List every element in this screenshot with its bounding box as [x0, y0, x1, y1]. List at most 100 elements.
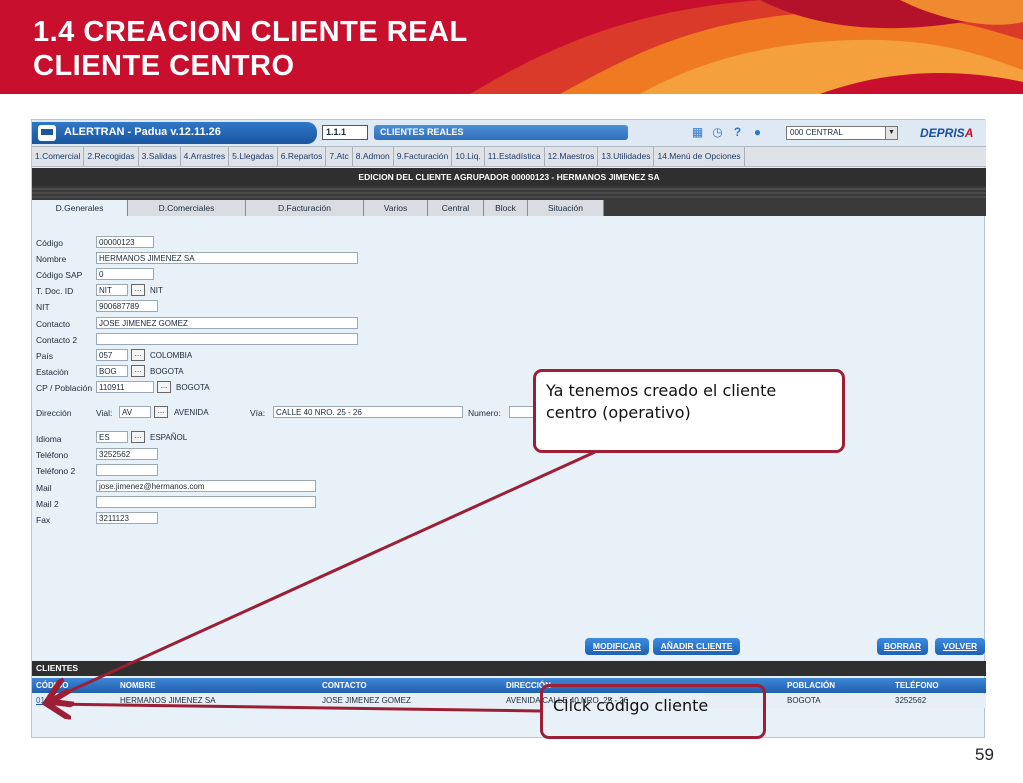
callout-click-code: Click código cliente	[540, 684, 766, 739]
clock-icon[interactable]: ◷	[711, 126, 724, 139]
cp-lookup-button[interactable]: ...	[157, 381, 171, 393]
menu-item-recogidas[interactable]: 2.Recogidas	[84, 147, 139, 166]
client-poblacion: BOGOTA	[787, 696, 821, 705]
menu-item-arrastres[interactable]: 4.Arrastres	[181, 147, 230, 166]
app-logo-bar: ALERTRAN - Padua v.12.11.26	[32, 122, 317, 144]
vial-lookup-button[interactable]: ...	[154, 406, 168, 418]
tab-d-comerciales[interactable]: D.Comerciales	[128, 200, 246, 216]
brand-main: DEPRIS	[920, 126, 965, 140]
tab-central[interactable]: Central	[428, 200, 484, 216]
menu-item-utilidades[interactable]: 13.Utilidades	[598, 147, 655, 166]
col-nombre[interactable]: NOMBRE	[120, 678, 156, 693]
contacto-label: Contacto	[36, 319, 71, 329]
estacion-field[interactable]: BOG	[96, 365, 128, 377]
menu-item-comercial[interactable]: 1.Comercial	[32, 147, 85, 166]
modificar-button[interactable]: MODIFICAR	[585, 638, 649, 655]
telefono2-field[interactable]	[96, 464, 158, 476]
codigo-sap-label: Código SAP	[36, 270, 83, 280]
pais-lookup-button[interactable]: ...	[131, 349, 145, 361]
app-name: ALERTRAN - Padua v.12.11.26	[64, 126, 221, 138]
stripe-divider	[32, 186, 986, 200]
estacion-description: BOGOTA	[150, 367, 184, 376]
screen-name: CLIENTES REALES	[374, 125, 628, 140]
slide-title-line2: CLIENTE CENTRO	[33, 50, 295, 82]
pais-field[interactable]: 057	[96, 349, 128, 361]
col-poblacion[interactable]: POBLACIÓN	[787, 678, 835, 693]
tdoc-description: NIT	[150, 286, 163, 295]
help-icon[interactable]: ?	[731, 126, 744, 139]
telefono2-label: Teléfono 2	[36, 466, 76, 476]
client-code-link[interactable]: 01	[36, 694, 45, 708]
slide-title-line1: 1.4 CREACION CLIENTE REAL	[33, 16, 468, 48]
screen-code-input[interactable]: 1.1.1	[322, 125, 368, 140]
tab-situacion[interactable]: Situación	[528, 200, 604, 216]
menu-item-maestros[interactable]: 12.Maestros	[545, 147, 599, 166]
direccion-label: Dirección	[36, 408, 72, 418]
telefono-label: Teléfono	[36, 450, 69, 460]
page-number: 59	[975, 745, 994, 764]
col-contacto[interactable]: CONTACTO	[322, 678, 367, 693]
col-telefono[interactable]: TELÉFONO	[895, 678, 939, 693]
client-telefono: 3252562	[895, 696, 927, 705]
calendar-icon[interactable]: ▦	[691, 126, 704, 139]
tab-bar: D.Generales D.Comerciales D.Facturación …	[32, 200, 986, 216]
menu-item-repartos[interactable]: 6.Repartos	[278, 147, 327, 166]
tdoc-lookup-button[interactable]: ...	[131, 284, 145, 296]
mail2-label: Mail 2	[36, 499, 59, 509]
contacto-field[interactable]: JOSE JIMENEZ GOMEZ	[96, 317, 358, 329]
slide-title: 1.4 CREACION CLIENTE REAL CLIENTE CENTRO	[33, 15, 468, 83]
via-field[interactable]: CALLE 40 NRO. 25 - 26	[273, 406, 463, 418]
contacto2-label: Contacto 2	[36, 335, 78, 345]
nombre-label: Nombre	[36, 254, 67, 264]
client-nombre: HERMANOS JIMENEZ SA	[120, 696, 216, 705]
tab-d-generales[interactable]: D.Generales	[32, 200, 128, 216]
tab-block[interactable]: Block	[484, 200, 528, 216]
via-label: Vía:	[250, 408, 266, 418]
client-contacto: JOSE JIMENEZ GOMEZ	[322, 696, 411, 705]
user-icon[interactable]: ●	[751, 126, 764, 139]
menu-item-estadistica[interactable]: 11.Estadística	[485, 147, 545, 166]
fax-field[interactable]: 3211123	[96, 512, 158, 524]
app-titlebar: ALERTRAN - Padua v.12.11.26 1.1.1 CLIENT…	[32, 120, 986, 146]
brand-logo: DEPRISA	[920, 126, 973, 140]
contacto2-field[interactable]	[96, 333, 358, 345]
estacion-lookup-button[interactable]: ...	[131, 365, 145, 377]
table-row[interactable]: 01 HERMANOS JIMENEZ SA JOSE JIMENEZ GOME…	[32, 694, 986, 708]
nit-field[interactable]: 900687789	[96, 300, 158, 312]
codigo-label: Código	[36, 238, 63, 248]
truck-icon	[38, 125, 56, 141]
idioma-field[interactable]: ES	[96, 431, 128, 443]
tab-varios[interactable]: Varios	[364, 200, 428, 216]
cp-label: CP / Población	[36, 383, 93, 393]
menu-item-admon[interactable]: 8.Admon	[353, 147, 394, 166]
borrar-button[interactable]: BORRAR	[877, 638, 928, 655]
menu-item-facturacion[interactable]: 9.Facturación	[394, 147, 453, 166]
codigo-field[interactable]: 00000123	[96, 236, 154, 248]
menu-item-salidas[interactable]: 3.Salidas	[139, 147, 181, 166]
codigo-sap-field[interactable]: 0	[96, 268, 154, 280]
mail-field[interactable]: jose.jimenez@hermanos.com	[96, 480, 316, 492]
slide: 1.4 CREACION CLIENTE REAL CLIENTE CENTRO…	[0, 0, 1023, 783]
menu-item-liq[interactable]: 10.Liq.	[452, 147, 485, 166]
vial-field[interactable]: AV	[119, 406, 151, 418]
mail2-field[interactable]	[96, 496, 316, 508]
clients-section-header: CLIENTES	[32, 661, 986, 676]
col-codigo[interactable]: CÓDIGO	[36, 678, 68, 693]
idioma-lookup-button[interactable]: ...	[131, 431, 145, 443]
nit-label: NIT	[36, 302, 50, 312]
chevron-down-icon[interactable]: ▼	[885, 127, 897, 139]
center-select[interactable]: 000 CENTRAL ▼	[786, 126, 898, 140]
clients-table-header: CÓDIGO NOMBRE CONTACTO DIRECCIÓN POBLACI…	[32, 678, 986, 693]
cp-field[interactable]: 110911	[96, 381, 154, 393]
menu-item-atc[interactable]: 7.Atc	[326, 147, 353, 166]
callout-client-created: Ya tenemos creado el cliente centro (ope…	[533, 369, 845, 453]
add-client-button[interactable]: AÑADIR CLIENTE	[653, 638, 740, 655]
tab-d-facturacion[interactable]: D.Facturación	[246, 200, 364, 216]
telefono-field[interactable]: 3252562	[96, 448, 158, 460]
tdoc-field[interactable]: NIT	[96, 284, 128, 296]
nombre-field[interactable]: HERMANOS JIMENEZ SA	[96, 252, 358, 264]
menu-item-opciones[interactable]: 14.Menú de Opciones	[654, 147, 745, 166]
vial-description: AVENIDA	[174, 408, 209, 417]
menu-item-llegadas[interactable]: 5.Llegadas	[229, 147, 278, 166]
volver-button[interactable]: VOLVER	[935, 638, 985, 655]
